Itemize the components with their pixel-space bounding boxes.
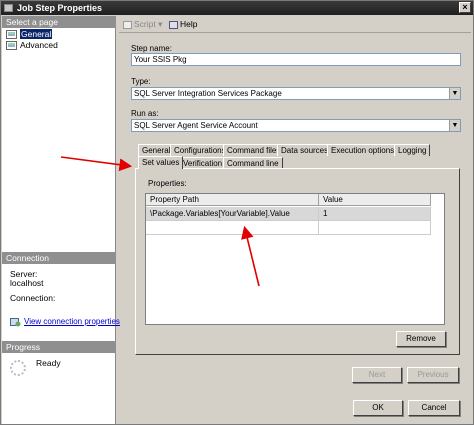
previous-button[interactable]: Previous [407, 367, 459, 383]
column-header-property-path[interactable]: Property Path [146, 194, 319, 206]
properties-grid[interactable]: Property Path Value \Package.Variables[Y… [145, 193, 445, 325]
help-button[interactable]: Help [169, 19, 197, 29]
page-item-label: Advanced [20, 40, 58, 50]
step-name-input[interactable]: Your SSIS Pkg [131, 53, 461, 66]
window-icon [4, 4, 13, 12]
window-title: Job Step Properties [17, 3, 103, 13]
page-item-general[interactable]: General [6, 29, 53, 40]
column-header-value[interactable]: Value [319, 194, 431, 206]
progress-spinner-icon [10, 360, 26, 376]
select-page-header: Select a page [2, 16, 116, 28]
tab-general[interactable]: General [138, 144, 175, 156]
progress-header: Progress [2, 341, 116, 353]
property-path-cell[interactable] [146, 221, 319, 235]
connection-header: Connection [2, 252, 116, 264]
help-label: Help [180, 19, 198, 29]
cancel-button[interactable]: Cancel [408, 400, 460, 416]
page-item-label: General [20, 29, 53, 39]
page-icon [6, 30, 17, 39]
progress-status: Ready [36, 358, 61, 368]
next-button[interactable]: Next [352, 367, 402, 383]
tab-configurations[interactable]: Configurations [170, 144, 230, 156]
connection-label: Connection: [10, 293, 56, 303]
value-cell[interactable]: 1 [319, 207, 431, 221]
connection-properties-icon [10, 318, 21, 327]
properties-label: Properties: [148, 179, 187, 188]
help-icon [169, 20, 178, 29]
page-icon [6, 41, 17, 50]
page-item-advanced[interactable]: Advanced [6, 40, 58, 51]
run-as-value: SQL Server Agent Service Account [134, 121, 258, 130]
tab-data-sources[interactable]: Data sources [277, 144, 333, 156]
close-button[interactable]: × [459, 2, 471, 13]
script-label: Script [134, 19, 156, 29]
tab-execution-options[interactable]: Execution options [327, 144, 399, 156]
type-dropdown[interactable]: SQL Server Integration Services Package … [131, 87, 461, 100]
type-label: Type: [131, 77, 151, 86]
title-bar[interactable]: Job Step Properties × [1, 1, 473, 15]
view-connection-properties-link[interactable]: View connection properties [10, 317, 120, 327]
script-icon [123, 20, 132, 29]
remove-button[interactable]: Remove [396, 331, 446, 347]
type-value: SQL Server Integration Services Package [134, 89, 282, 98]
run-as-label: Run as: [131, 109, 159, 118]
property-path-cell[interactable]: \Package.Variables[YourVariable].Value [146, 207, 319, 221]
tab-command-files[interactable]: Command files [223, 144, 285, 156]
step-name-label: Step name: [131, 44, 172, 53]
job-step-properties-window: Job Step Properties × Select a page Gene… [0, 0, 474, 425]
chevron-down-icon[interactable]: ▼ [449, 88, 460, 99]
tab-set-values[interactable]: Set values [138, 156, 184, 169]
left-panel: Select a page General Advanced Connectio… [2, 16, 120, 424]
ok-button[interactable]: OK [353, 400, 403, 416]
run-as-dropdown[interactable]: SQL Server Agent Service Account ▼ [131, 119, 461, 132]
chevron-down-icon[interactable]: ▼ [449, 120, 460, 131]
script-button[interactable]: Script ▾ [123, 19, 162, 29]
server-value: localhost [10, 278, 44, 288]
tab-logging[interactable]: Logging [394, 144, 431, 156]
toolbar-divider [119, 32, 471, 33]
value-cell[interactable] [319, 221, 431, 235]
view-connection-properties-text: View connection properties [24, 317, 120, 326]
